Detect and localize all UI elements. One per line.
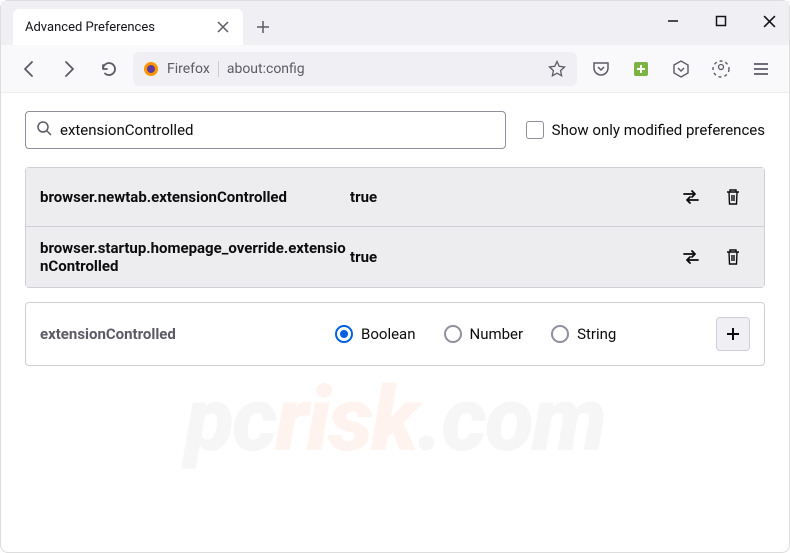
new-tab-button[interactable] — [247, 11, 279, 43]
search-box[interactable] — [25, 111, 506, 149]
delete-button[interactable] — [716, 180, 750, 214]
account-icon[interactable] — [705, 53, 737, 85]
preference-value: true — [350, 188, 430, 206]
preference-row[interactable]: browser.startup.homepage_override.extens… — [26, 227, 764, 287]
preference-list: browser.newtab.extensionControlled true … — [25, 167, 765, 288]
forward-button[interactable] — [53, 53, 85, 85]
show-modified-label: Show only modified preferences — [552, 121, 765, 139]
toggle-button[interactable] — [674, 240, 708, 274]
close-tab-icon[interactable] — [215, 19, 231, 35]
page-content: Show only modified preferences browser.n… — [1, 93, 789, 384]
close-window-button[interactable] — [757, 9, 781, 33]
preference-actions — [674, 180, 750, 214]
preference-actions — [674, 240, 750, 274]
radio-icon — [551, 325, 569, 343]
add-button[interactable] — [716, 317, 750, 351]
tab-title: Advanced Preferences — [25, 20, 215, 35]
search-row: Show only modified preferences — [25, 111, 765, 149]
browser-tab[interactable]: Advanced Preferences — [13, 9, 243, 45]
type-radio-group: Boolean Number String — [335, 325, 616, 343]
extension-icon[interactable] — [625, 53, 657, 85]
radio-string[interactable]: String — [551, 325, 616, 343]
show-modified-checkbox[interactable] — [526, 121, 544, 139]
reload-button[interactable] — [93, 53, 125, 85]
preference-name: browser.startup.homepage_override.extens… — [40, 239, 350, 275]
radio-icon — [335, 325, 353, 343]
new-preference-actions — [716, 317, 750, 351]
preference-row[interactable]: browser.newtab.extensionControlled true — [26, 168, 764, 227]
maximize-button[interactable] — [709, 9, 733, 33]
menu-button[interactable] — [745, 53, 777, 85]
title-bar: Advanced Preferences — [1, 1, 789, 45]
preference-name: browser.newtab.extensionControlled — [40, 188, 350, 206]
toggle-button[interactable] — [674, 180, 708, 214]
browser-toolbar: Firefox about:config — [1, 45, 789, 93]
url-identity-label: Firefox — [167, 61, 219, 77]
url-bar[interactable]: Firefox about:config — [133, 52, 577, 86]
search-icon — [36, 120, 52, 140]
back-button[interactable] — [13, 53, 45, 85]
show-modified-checkbox-row[interactable]: Show only modified preferences — [526, 121, 765, 139]
radio-number[interactable]: Number — [444, 325, 524, 343]
new-preference-row: extensionControlled Boolean Number Strin… — [25, 302, 765, 366]
new-preference-name: extensionControlled — [40, 325, 335, 343]
bookmark-star-icon[interactable] — [547, 59, 567, 79]
radio-boolean[interactable]: Boolean — [335, 325, 416, 343]
pocket-icon[interactable] — [585, 53, 617, 85]
minimize-button[interactable] — [661, 9, 685, 33]
downloads-icon[interactable] — [665, 53, 697, 85]
search-input[interactable] — [60, 121, 495, 139]
delete-button[interactable] — [716, 240, 750, 274]
preference-value: true — [350, 248, 430, 266]
url-text: about:config — [227, 61, 539, 77]
radio-icon — [444, 325, 462, 343]
window-controls — [661, 9, 781, 33]
firefox-icon — [143, 61, 159, 77]
